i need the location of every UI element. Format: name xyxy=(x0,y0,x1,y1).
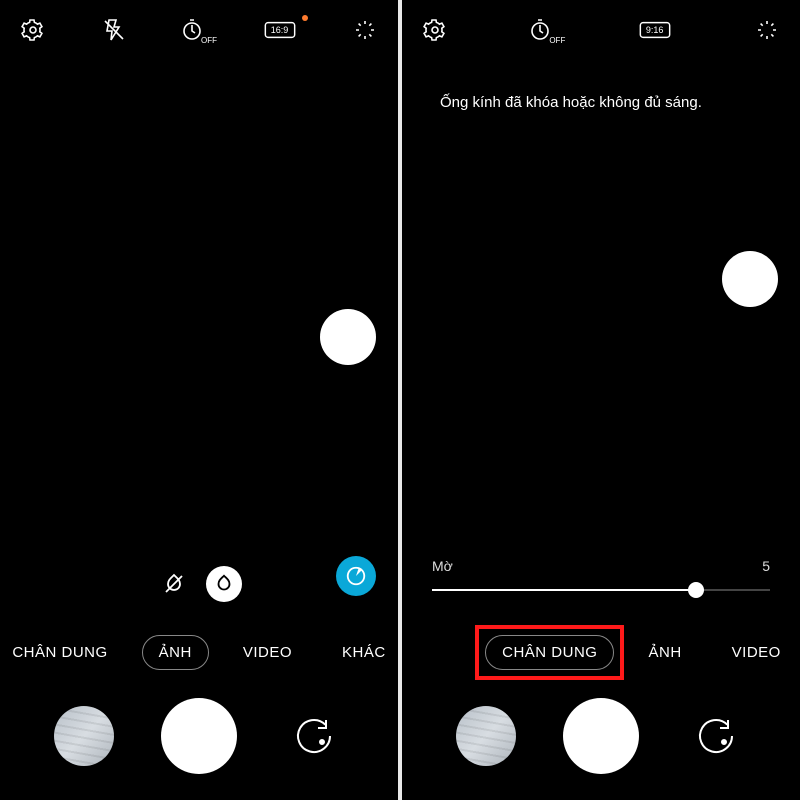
timer-label: OFF xyxy=(201,36,217,45)
slider-track[interactable] xyxy=(432,580,770,600)
magic-icon[interactable] xyxy=(754,17,780,43)
switch-camera-button[interactable] xyxy=(686,706,746,766)
settings-icon[interactable] xyxy=(20,17,46,43)
shutter-button[interactable] xyxy=(161,698,237,774)
viewfinder[interactable] xyxy=(0,60,398,614)
mode-photo[interactable]: ẢNH xyxy=(142,635,209,670)
mode-video[interactable]: VIDEO xyxy=(716,636,797,669)
mode-more[interactable]: KHÁC xyxy=(326,636,398,669)
aspect-ratio-icon[interactable]: 9:16 xyxy=(637,17,673,43)
floating-shutter-button[interactable] xyxy=(722,251,778,307)
slider-label-left: Mờ xyxy=(432,558,453,574)
aspect-ratio-icon[interactable]: 16:9 xyxy=(262,17,298,43)
topbar: OFF 9:16 xyxy=(402,0,800,60)
aspect-ratio-label: 9:16 xyxy=(646,25,664,35)
timer-off-icon[interactable]: OFF xyxy=(529,17,555,43)
magic-icon[interactable] xyxy=(352,17,378,43)
indicator-dot xyxy=(302,15,308,21)
phone-screen-right: OFF 9:16 Ống kính đã khóa hoặc không đủ … xyxy=(402,0,800,800)
mode-photo[interactable]: ẢNH xyxy=(632,636,697,669)
mode-portrait[interactable]: CHÂN DUNG xyxy=(485,635,614,670)
viewfinder[interactable]: Ống kính đã khóa hoặc không đủ sáng. xyxy=(402,60,800,558)
beauty-off-icon[interactable] xyxy=(156,566,192,602)
slider-thumb[interactable] xyxy=(688,582,704,598)
lens-warning-text: Ống kính đã khóa hoặc không đủ sáng. xyxy=(440,92,762,113)
mode-video[interactable]: VIDEO xyxy=(227,636,308,669)
floating-shutter-button[interactable] xyxy=(320,309,376,365)
beauty-on-icon[interactable] xyxy=(206,566,242,602)
flash-off-icon[interactable] xyxy=(101,17,127,43)
aspect-ratio-label: 16:9 xyxy=(271,25,289,35)
blur-slider: Mờ 5 xyxy=(402,558,800,614)
slider-label-right: 5 xyxy=(762,558,770,574)
gallery-thumbnail[interactable] xyxy=(456,706,516,766)
mode-selector[interactable]: CHÂN DUNG ẢNH VIDEO KHÁC xyxy=(0,614,398,690)
gallery-thumbnail[interactable] xyxy=(54,706,114,766)
effects-button[interactable] xyxy=(336,556,376,596)
bottom-controls xyxy=(402,690,800,800)
settings-icon[interactable] xyxy=(422,17,448,43)
timer-label: OFF xyxy=(549,36,565,45)
mode-portrait[interactable]: CHÂN DUNG xyxy=(0,636,124,669)
timer-off-icon[interactable]: OFF xyxy=(181,17,207,43)
phone-screen-left: OFF 16:9 CHÂN DUNG ẢNH VIDEO KHÁC xyxy=(0,0,398,800)
switch-camera-button[interactable] xyxy=(284,706,344,766)
mode-selector[interactable]: CHÂN DUNG ẢNH VIDEO xyxy=(402,614,800,690)
filter-toggle-row xyxy=(0,566,398,602)
bottom-controls xyxy=(0,690,398,800)
shutter-button[interactable] xyxy=(563,698,639,774)
topbar: OFF 16:9 xyxy=(0,0,398,60)
